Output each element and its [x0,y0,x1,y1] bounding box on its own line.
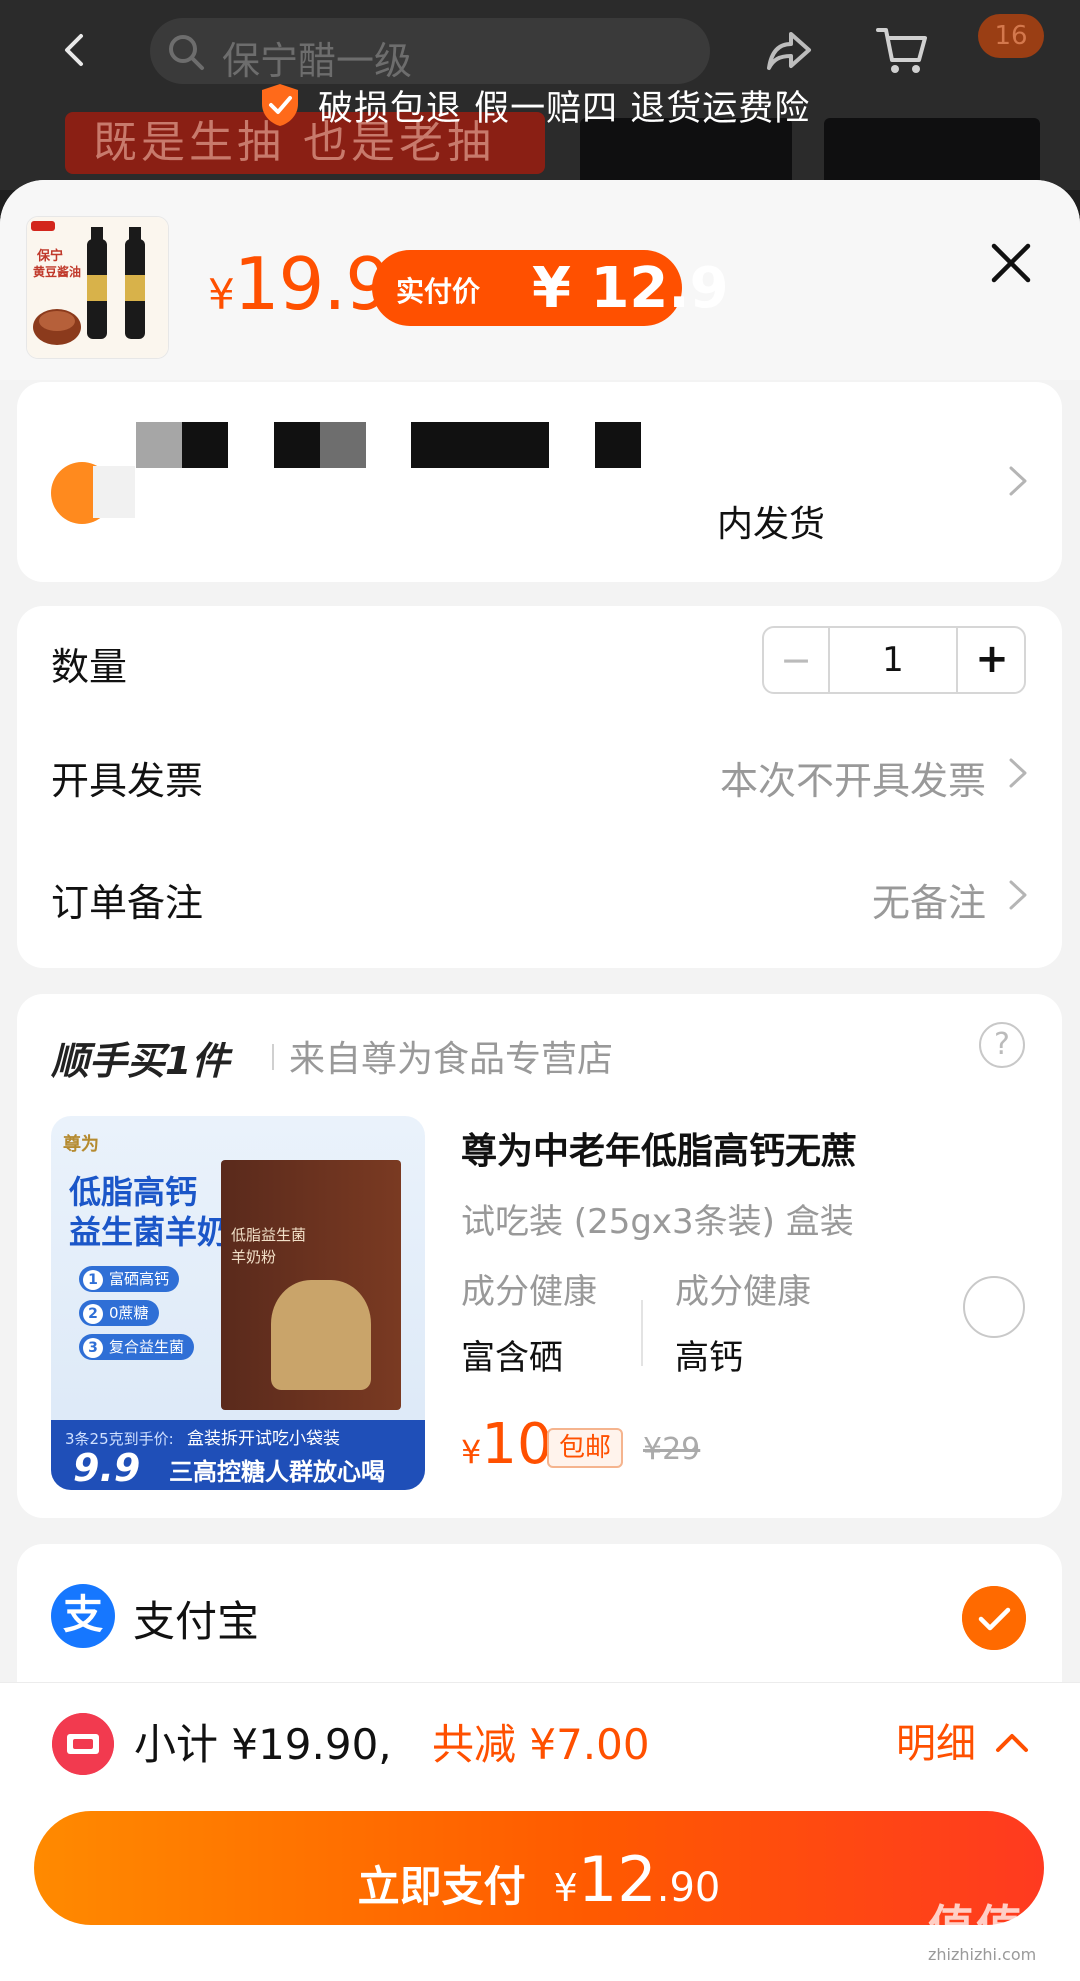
quantity-value[interactable]: 1 [830,628,958,692]
search-bar[interactable]: 保宁醋一级 [150,18,710,84]
ad-feature-text: 复合益生菌 [109,1338,185,1356]
shield-check-icon [262,84,298,126]
chevron-right-icon [1009,758,1027,788]
discount-text: 共减 ¥7.00 [432,1720,650,1769]
thumbnail-title-text: 黄豆酱油 [33,265,82,279]
ad-slogan: 三高控糖人群放心喝 [169,1458,385,1486]
coupon-icon [52,1713,114,1775]
redacted-block [411,422,549,468]
addon-price-value: 10 [481,1412,553,1477]
actual-price-value: ¥ 12.9 [532,256,729,321]
addon-product-image[interactable]: 尊为 低脂高钙 益生菌羊奶粉 1 富硒高钙 2 0蔗糖 3 复合益生菌 低脂益生菌 羊… [51,1116,425,1490]
ad-box-title-line: 羊奶粉 [231,1248,277,1266]
ad-logo: 尊为 [63,1134,99,1155]
divider [272,1044,274,1070]
ad-feature: 2 0蔗糖 [79,1300,159,1326]
note-value: 无备注 [871,881,986,925]
note-label: 订单备注 [51,881,204,925]
addon-tag-label: 成分健康 [675,1272,811,1312]
actual-price-label: 实付价 [396,275,481,308]
quantity-label: 数量 [51,645,128,689]
help-icon[interactable]: ? [979,1022,1025,1068]
addon-select-radio[interactable] [963,1276,1025,1338]
cart-count-badge: 16 [978,14,1044,58]
redacted-block [274,422,320,468]
ad-feature-text: 富硒高钙 [109,1270,170,1288]
checkmark-icon[interactable] [962,1586,1026,1650]
note-row[interactable]: 订单备注 无备注 [17,838,1062,948]
invoice-value: 本次不开具发票 [719,759,986,803]
close-icon[interactable] [988,240,1034,286]
redacted-block [93,466,135,518]
addon-product-name[interactable]: 尊为中老年低脂高钙无蔗 [461,1122,857,1174]
redacted-block [182,422,228,468]
address-card[interactable]: 内发货 [17,382,1062,582]
increase-button[interactable]: + [960,628,1024,692]
thumbnail-brand-text: 保宁 [37,249,64,264]
quantity-stepper[interactable]: − 1 + [762,626,1026,694]
chevron-right-icon [1009,880,1027,910]
alipay-icon: 支 [51,1584,115,1648]
addon-product-spec[interactable]: 试吃装 (25gx3条装) 盒装 [461,1194,854,1243]
back-arrow-icon[interactable] [55,30,95,70]
order-options-card: 数量 − 1 + 开具发票 本次不开具发票 订单备注 无备注 [17,606,1062,968]
pay-button-currency: ¥ [553,1866,578,1910]
checkout-bottom-bar: 小计 ¥19.90, 共减 ¥7.00 明细 立即支付 ¥12.90 值值值 zh… [0,1682,1080,1981]
price-value: 19.9 [233,242,391,326]
product-thumbnail-art [27,217,168,358]
free-shipping-badge: 包邮 [547,1428,623,1468]
chevron-right-icon [1009,466,1027,496]
decrease-button[interactable]: − [764,628,830,692]
invoice-label: 开具发票 [51,759,204,803]
invoice-row[interactable]: 开具发票 本次不开具发票 [17,716,1062,826]
page-header: 保宁醋一级 16 既是生抽 也是老抽 破损包退 假一赔四 退货运费险 [0,0,1080,190]
addon-store[interactable]: 来自尊为食品专营店 [289,1030,613,1082]
share-icon[interactable] [765,28,813,72]
addon-tag-value: 高钙 [675,1338,743,1378]
divider [641,1300,643,1366]
pay-now-button[interactable]: 立即支付 ¥12.90 [34,1811,1044,1925]
ad-feature: 1 富硒高钙 [79,1266,180,1292]
product-price: ¥19.9 [208,242,391,326]
addon-price-currency: ¥ [461,1433,482,1471]
ad-slogan: 盒装拆开试吃小袋装 [187,1429,340,1449]
ad-footer: 3条25克到手价: 9.9 盒装拆开试吃小袋装 三高控糖人群放心喝 [51,1420,425,1490]
product-thumbnail: 保宁 黄豆酱油 [26,216,169,359]
search-icon [169,35,204,70]
ad-product-box: 低脂益生菌 羊奶粉 [221,1160,401,1410]
pay-button-label: 立即支付 [357,1862,526,1911]
ad-box-title-line: 低脂益生菌 [231,1226,307,1244]
subtotal-text: 小计 ¥19.90, [134,1720,392,1769]
actual-price-pill: 实付价 ¥ 12.9 [372,250,729,326]
addon-tag-label: 成分健康 [461,1272,597,1312]
service-guarantee: 破损包退 假一赔四 退货运费险 [0,78,1080,130]
addon-tag-value: 富含硒 [461,1338,563,1378]
pay-button-amount-dec: .90 [656,1865,721,1911]
ad-feature-text: 0蔗糖 [109,1304,149,1322]
addon-card: 顺手买1件 来自尊为食品专营店 ? 尊为 低脂高钙 益生菌羊奶粉 1 富硒高钙 2… [17,994,1062,1518]
addon-price: ¥10 [461,1412,553,1477]
watermark-site: zhizhizhi.com [928,1945,1037,1964]
ad-promo-price: 9.9 [73,1446,141,1490]
redacted-block [320,422,366,468]
addon-original-price: ¥29 [643,1432,701,1467]
redacted-block [595,422,641,468]
pay-button-amount-int: 12 [577,1843,657,1916]
chevron-up-icon[interactable] [995,1731,1029,1753]
sheet-header: 保宁 黄豆酱油 ¥19.9 实付价 ¥ 12.9 [0,180,1080,380]
shipping-time-text: 内发货 [717,504,826,545]
ad-feature: 3 复合益生菌 [79,1334,195,1360]
guarantee-text: 破损包退 假一赔四 退货运费险 [318,89,811,129]
search-placeholder: 保宁醋一级 [222,39,413,83]
ad-box-title: 低脂益生菌 羊奶粉 [231,1224,306,1268]
price-currency: ¥ [208,270,235,319]
detail-link[interactable]: 明细 [896,1711,976,1769]
payment-method-label: 支付宝 [133,1597,260,1646]
goat-illustration [271,1280,371,1390]
addon-title: 顺手买1件 [51,1039,230,1083]
cart-icon[interactable] [875,24,929,76]
redacted-block [136,422,182,468]
